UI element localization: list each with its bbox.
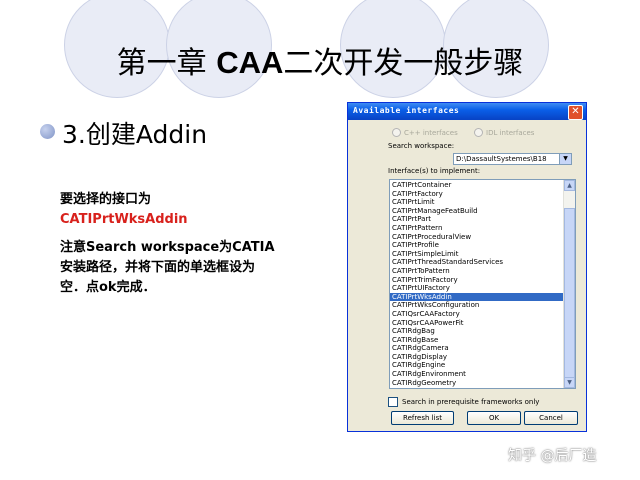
interfaces-listbox[interactable]: CATIPrtContainer CATIPrtFactory CATIPrtLim… — [389, 179, 576, 389]
list-item[interactable]: CATIPrtProfile — [390, 241, 564, 250]
list-item[interactable]: CATIPrtToPattern — [390, 267, 564, 276]
radio-cpp-label: C++ interfaces — [404, 128, 458, 137]
interfaces-list: CATIPrtContainer CATIPrtFactory CATIPrtLim… — [390, 181, 564, 387]
search-workspace-select[interactable]: D:\DassaultSystemes\B18 ▼ — [453, 153, 572, 165]
list-item[interactable]: CATIRdgBase — [390, 336, 564, 345]
radio-idl-label: IDL interfaces — [486, 128, 535, 137]
prerequisite-checkbox-label: Search in prerequisite frameworks only — [402, 398, 540, 406]
list-item[interactable]: CATIPrtManageFeatBuild — [390, 207, 564, 216]
list-item[interactable]: CATIPrtWksAddin — [390, 292, 564, 302]
list-item[interactable]: CATIPrtTrimFactory — [390, 276, 564, 285]
dialog-title: Available interfaces — [353, 106, 460, 115]
ok-button[interactable]: OK — [467, 411, 521, 425]
radio-cpp-interfaces[interactable]: C++ interfaces — [392, 128, 458, 137]
list-item[interactable]: CATIPrtPattern — [390, 224, 564, 233]
list-item[interactable]: CATIRdgCamera — [390, 344, 564, 353]
close-icon[interactable]: ✕ — [568, 105, 583, 120]
prerequisite-checkbox-row[interactable]: Search in prerequisite frameworks only — [388, 397, 539, 407]
radio-icon[interactable] — [392, 128, 401, 137]
watermark: 知乎 @后厂造 — [508, 448, 597, 464]
cancel-button[interactable]: Cancel — [524, 411, 578, 425]
note-line-workspace: 注意Search workspace为CATIA — [60, 240, 275, 255]
note-line-interface-prompt: 要选择的接口为 — [60, 192, 152, 207]
radio-idl-interfaces[interactable]: IDL interfaces — [474, 128, 534, 137]
bullet-heading: 3.创建Addin — [62, 120, 208, 149]
list-item[interactable]: CATIRdgEngine — [390, 361, 564, 370]
search-workspace-value: D:\DassaultSystemes\B18 — [456, 155, 547, 163]
list-item[interactable]: CATIPrtFactory — [390, 190, 564, 199]
list-item[interactable]: CATIQsrCAAFactory — [390, 310, 564, 319]
list-item[interactable]: CATIPrtContainer — [390, 181, 564, 190]
list-item[interactable]: CATIRdgEnvironment — [390, 370, 564, 379]
list-item[interactable]: CATIRdgBag — [390, 327, 564, 336]
scroll-up-icon[interactable]: ▲ — [564, 180, 575, 191]
list-item[interactable]: CATIRdgDisplay — [390, 353, 564, 362]
dialog-titlebar[interactable]: Available interfaces ✕ — [348, 103, 586, 120]
list-item[interactable]: CATIPrtThreadStandardServices — [390, 258, 564, 267]
note-line-install-path: 安装路径，并将下面的单选框设为 — [60, 260, 256, 275]
refresh-list-button[interactable]: Refresh list — [391, 411, 454, 425]
slide-title-caa: CAA — [216, 45, 284, 80]
available-interfaces-dialog: Available interfaces ✕ C++ interfaces ID… — [347, 102, 587, 432]
prerequisite-checkbox[interactable] — [388, 397, 398, 407]
search-workspace-label: Search workspace: — [388, 142, 455, 150]
list-item[interactable]: CATIPrtProceduralView — [390, 233, 564, 242]
note-line-finish: 空．点ok完成． — [60, 280, 156, 295]
radio-icon[interactable] — [474, 128, 483, 137]
scroll-down-icon[interactable]: ▼ — [564, 377, 575, 388]
slide-title-chapter: 第一章 — [116, 46, 217, 81]
list-item[interactable]: CATIRdgGeometry — [390, 379, 564, 388]
list-item[interactable]: CATIPrtLimit — [390, 198, 564, 207]
list-item[interactable]: CATIPrtWksConfiguration — [390, 301, 564, 310]
scrollbar-thumb[interactable] — [564, 208, 575, 388]
bullet-icon — [40, 124, 55, 139]
list-item[interactable]: CATIPrtPart — [390, 215, 564, 224]
slide-title: 第一章 CAA二次开发一般步骤 — [0, 38, 640, 82]
listbox-scrollbar[interactable]: ▲ ▼ — [563, 180, 575, 388]
slide-title-steps: 二次开发一般步骤 — [283, 46, 524, 81]
list-item[interactable]: CATIQsrCAAPowerFit — [390, 319, 564, 328]
chevron-down-icon[interactable]: ▼ — [559, 154, 571, 164]
interfaces-label: Interface(s) to implement: — [388, 167, 481, 175]
note-interface-name: CATIPrtWksAddin — [60, 212, 188, 227]
list-item[interactable]: CATIPrtSimpleLimit — [390, 250, 564, 259]
list-item[interactable]: CATIPrtUIFactory — [390, 284, 564, 293]
